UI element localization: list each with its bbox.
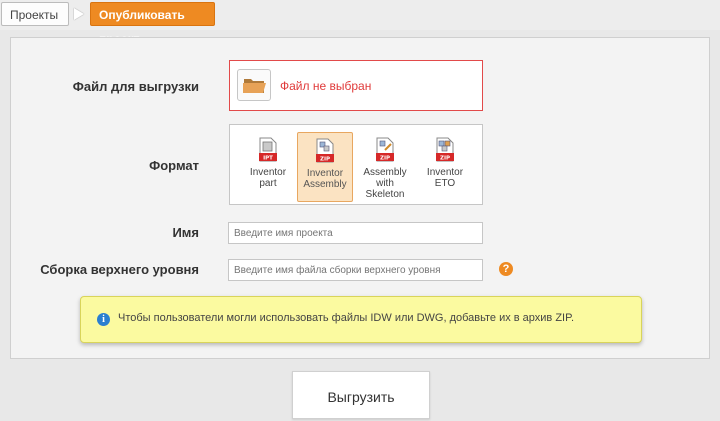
format-option-label: part — [259, 178, 277, 189]
format-option-label: Inventor — [249, 167, 287, 178]
breadcrumb-projects[interactable]: Проекты — [1, 2, 69, 26]
svg-text:IPT: IPT — [263, 156, 273, 162]
format-option-label: Assembly — [303, 179, 347, 190]
top-assembly-input[interactable] — [228, 259, 483, 281]
svg-text:ZIP: ZIP — [440, 156, 450, 162]
folder-icon — [243, 79, 266, 93]
format-option-label: Inventor — [306, 168, 344, 179]
zip-eto-file-icon: ZIP — [436, 137, 454, 162]
notice-text: Чтобы пользователи могли использовать фа… — [118, 312, 575, 324]
file-label: Файл для выгрузки — [72, 79, 199, 94]
file-drop-area[interactable]: Файл не выбран — [229, 60, 483, 111]
format-option-inventor-eto[interactable]: ZIP Inventor ETO — [417, 132, 473, 202]
format-option-inventor-part[interactable]: IPT Inventor part — [240, 132, 296, 202]
file-status-text: Файл не выбран — [280, 79, 372, 93]
format-option-label: with — [376, 178, 394, 189]
format-option-label: Skeleton — [365, 189, 405, 200]
breadcrumb-separator-icon — [74, 8, 84, 20]
zip-skeleton-file-icon: ZIP — [376, 137, 394, 162]
info-notice: i Чтобы пользователи могли использовать … — [80, 296, 642, 343]
format-option-assembly-with-skeleton[interactable]: ZIP Assembly with Skeleton — [357, 132, 413, 202]
upload-button[interactable]: Выгрузить — [292, 371, 430, 419]
top-assembly-label: Сборка верхнего уровня — [40, 262, 199, 277]
browse-file-button[interactable] — [237, 69, 271, 101]
format-label: Формат — [149, 158, 199, 173]
top-toolbar: Проекты Опубликовать проект — [0, 0, 720, 46]
info-icon: i — [97, 313, 110, 326]
project-name-input[interactable] — [228, 222, 483, 244]
format-option-inventor-assembly[interactable]: ZIP Inventor Assembly — [297, 132, 353, 202]
help-icon[interactable]: ? — [499, 262, 513, 276]
name-label: Имя — [172, 225, 199, 240]
ipt-file-icon: IPT — [259, 137, 277, 162]
breadcrumb-publish-project[interactable]: Опубликовать проект — [90, 2, 215, 46]
format-selector: IPT Inventor part ZIP Inventor Assembly … — [229, 124, 483, 205]
zip-file-icon: ZIP — [316, 138, 334, 163]
svg-text:ZIP: ZIP — [380, 156, 390, 162]
format-option-label: Inventor — [426, 167, 464, 178]
svg-text:ZIP: ZIP — [320, 157, 330, 163]
format-option-label: ETO — [434, 178, 456, 189]
format-option-label: Assembly — [363, 167, 407, 178]
